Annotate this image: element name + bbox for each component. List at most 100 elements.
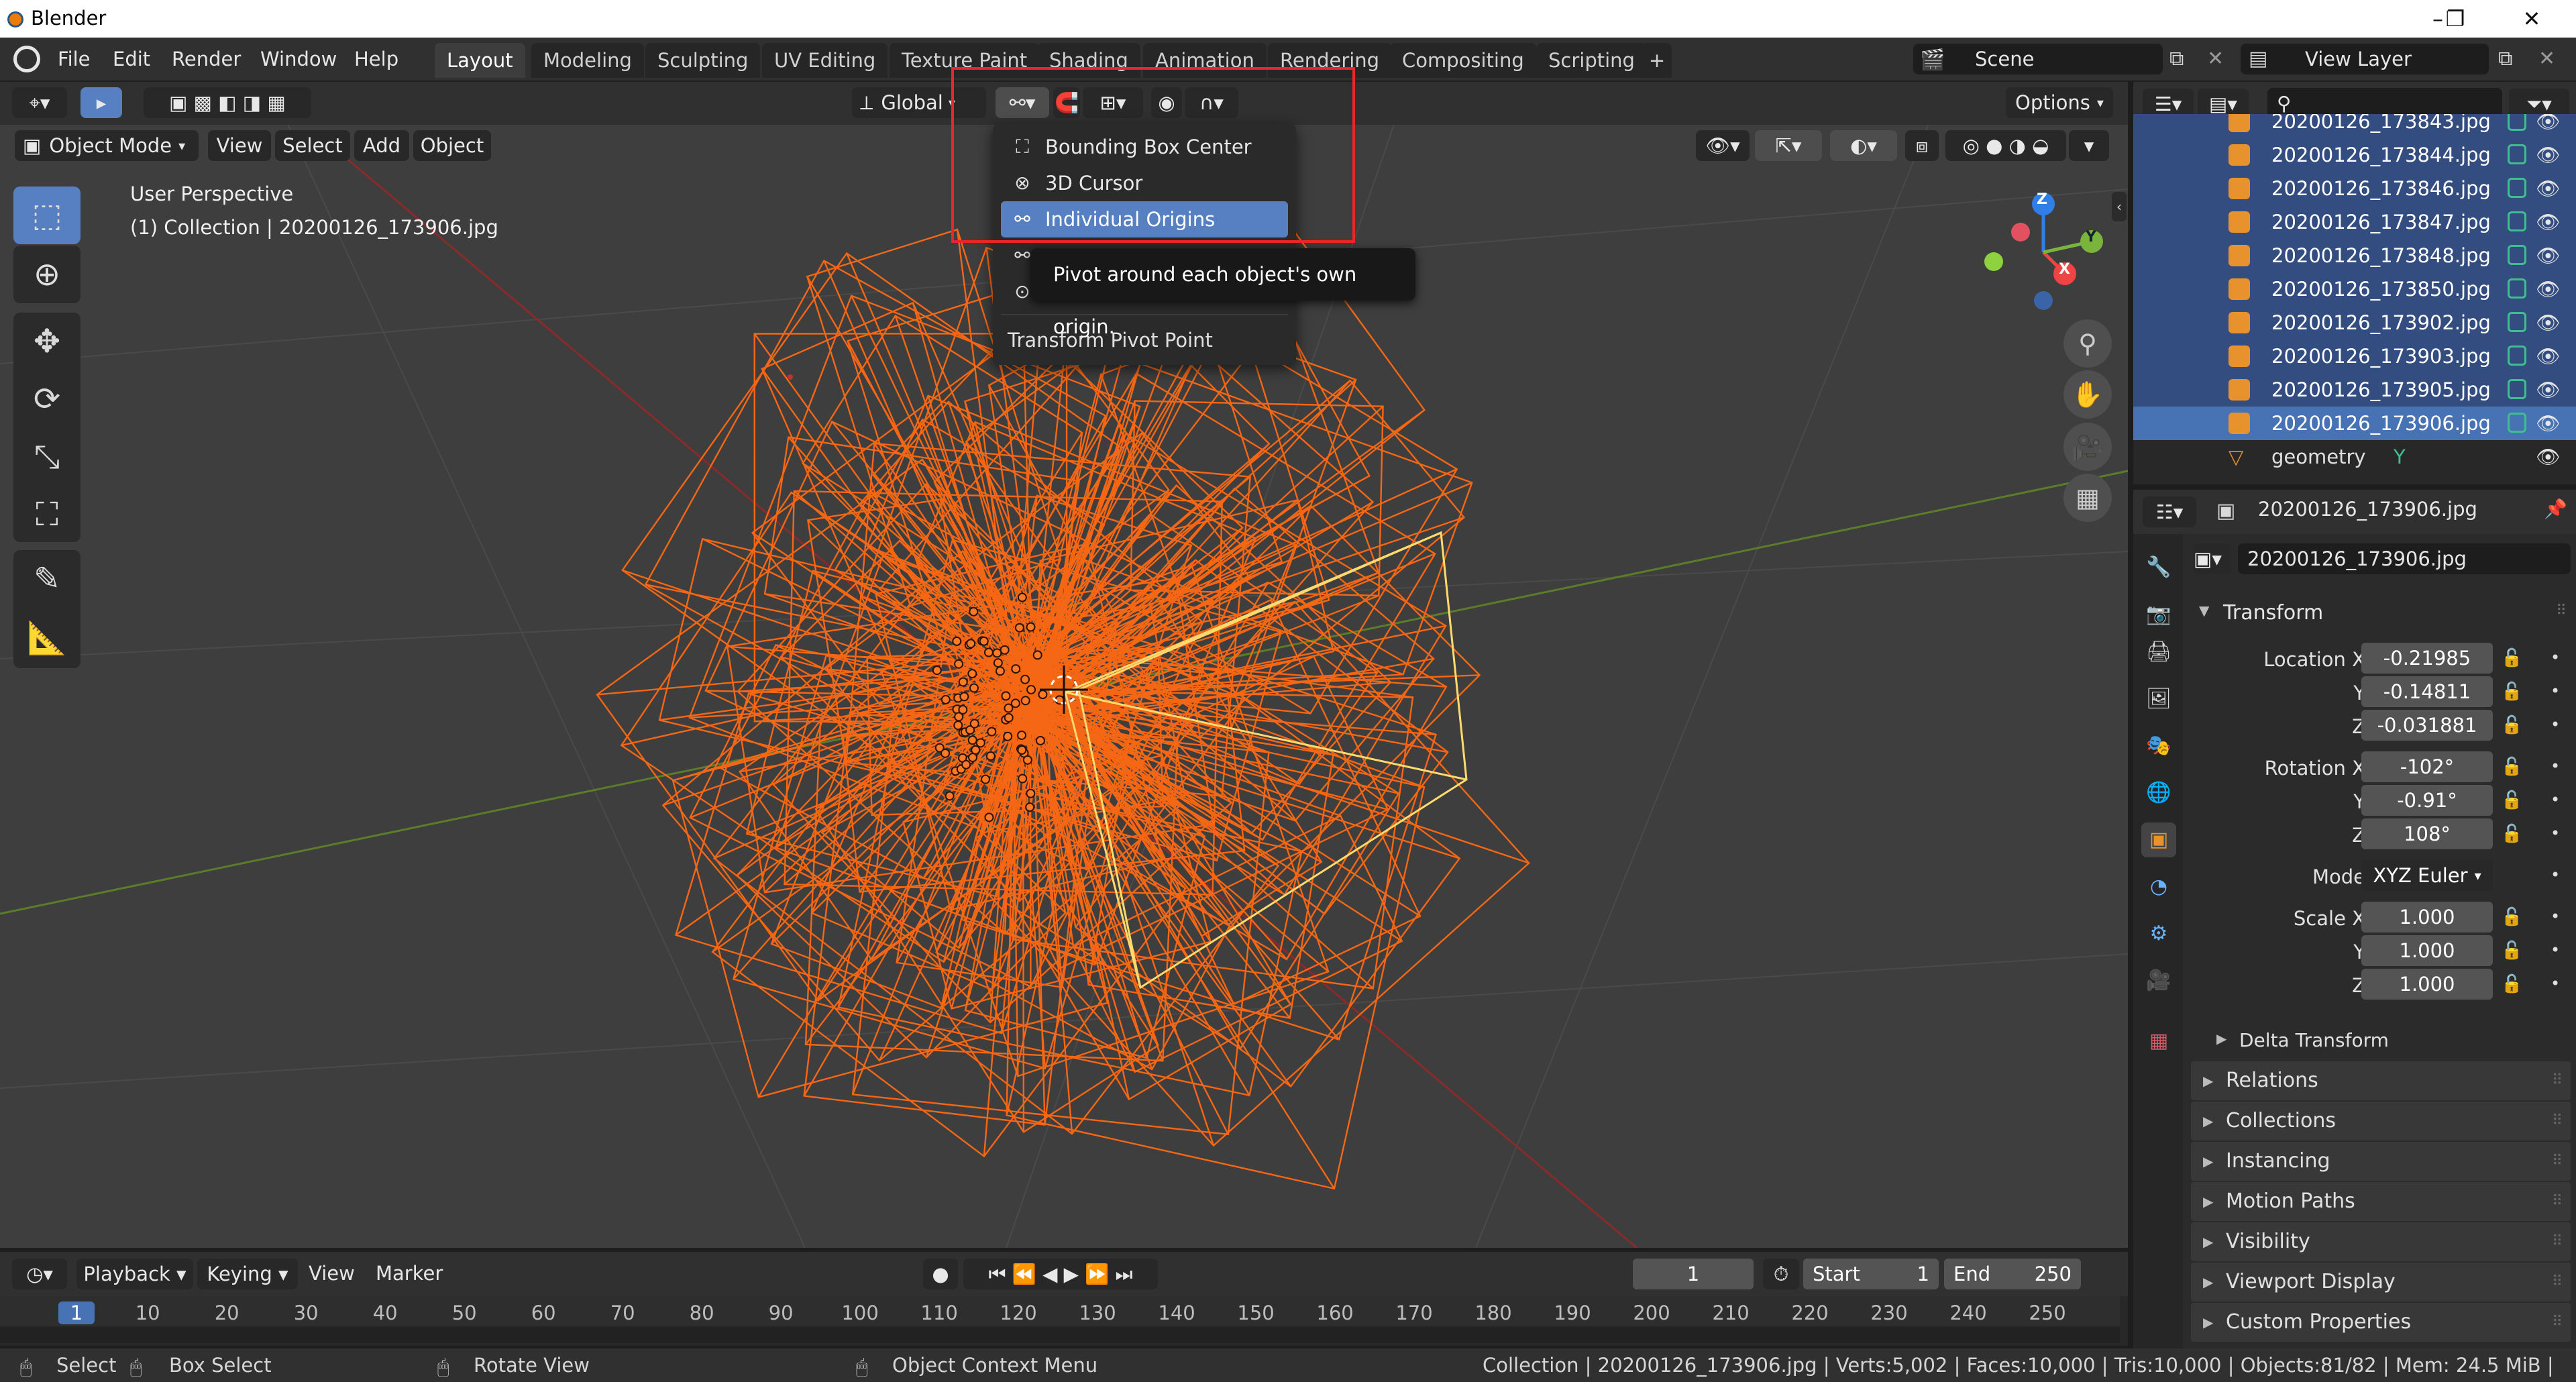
- camera-origin-point[interactable]: [1022, 755, 1032, 765]
- instancing-panel[interactable]: ▶ Instancing ⠿: [2191, 1142, 2571, 1181]
- tab-sculpting[interactable]: Sculpting: [645, 43, 761, 78]
- location-y-field[interactable]: -0.14811: [2361, 676, 2493, 707]
- camera-origin-point[interactable]: [984, 812, 994, 822]
- eye-icon[interactable]: 👁: [2536, 205, 2561, 239]
- rotation-x-field[interactable]: -102°: [2361, 751, 2493, 782]
- lock-icon[interactable]: 🔓: [2501, 715, 2522, 735]
- select-mode-buttons[interactable]: ▣ ▩ ◧ ◨ ▦: [144, 87, 311, 118]
- motion-paths-panel[interactable]: ▶ Motion Paths ⠿: [2191, 1182, 2571, 1221]
- lock-icon[interactable]: 🔓: [2501, 941, 2522, 961]
- camera-origin-point[interactable]: [969, 719, 979, 729]
- menu-render[interactable]: Render: [172, 46, 241, 72]
- options-dropdown[interactable]: Options ▾: [2006, 87, 2113, 118]
- eye-icon[interactable]: 👁: [2536, 339, 2561, 373]
- camera-origin-point[interactable]: [958, 704, 968, 714]
- lock-icon[interactable]: 🔓: [2501, 907, 2522, 927]
- camera-origin-point[interactable]: [966, 639, 976, 649]
- camera-origin-point[interactable]: [971, 745, 981, 755]
- camera-origin-point[interactable]: [958, 677, 968, 687]
- select-box-tool-icon[interactable]: ⬚: [13, 187, 80, 244]
- camera-origin-point[interactable]: [1032, 650, 1042, 660]
- lock-icon[interactable]: 🔓: [2501, 824, 2522, 844]
- keyframe-dot-icon[interactable]: •: [2551, 824, 2560, 843]
- menu-help[interactable]: Help: [354, 46, 398, 72]
- camera-origin-point[interactable]: [975, 738, 985, 748]
- camera-origin-point[interactable]: [945, 791, 955, 801]
- camera-origin-point[interactable]: [1017, 745, 1027, 755]
- annotate-tool-icon[interactable]: ✎: [13, 550, 80, 608]
- drag-grip-icon[interactable]: ⠿: [2556, 602, 2567, 619]
- object-type-dropdown[interactable]: ▣▾: [2194, 543, 2231, 574]
- camera-origin-point[interactable]: [1026, 684, 1036, 694]
- rotate-tool-icon[interactable]: ⟳: [13, 370, 80, 428]
- camera-origin-point[interactable]: [1025, 802, 1035, 812]
- outliner-row[interactable]: 20200126_173843.jpg 👁: [2133, 114, 2576, 138]
- world-tab-icon[interactable]: 🌐: [2141, 776, 2176, 810]
- keyframe-dot-icon[interactable]: •: [2551, 790, 2560, 809]
- camera-origin-point[interactable]: [969, 606, 979, 617]
- camera-origin-point[interactable]: [969, 683, 979, 693]
- keyframe-dot-icon[interactable]: •: [2551, 974, 2560, 993]
- measure-tool-icon[interactable]: 📐: [13, 609, 80, 667]
- menu-add[interactable]: Add: [354, 130, 409, 161]
- camera-origin-point[interactable]: [1011, 664, 1021, 674]
- blender-menu-icon[interactable]: [13, 46, 40, 72]
- camera-origin-point[interactable]: [1020, 696, 1030, 706]
- visibility-dropdown[interactable]: 👁▾: [1696, 130, 1750, 161]
- viewport-display-panel[interactable]: ▶ Viewport Display ⠿: [2191, 1263, 2571, 1301]
- outliner-row[interactable]: 20200126_173902.jpg 👁: [2133, 306, 2576, 339]
- zoom-icon[interactable]: ⚲: [2063, 319, 2112, 368]
- cursor-tool-icon[interactable]: ⊕: [13, 246, 80, 303]
- outliner-row[interactable]: ▽ geometry Y 👁: [2133, 440, 2576, 474]
- add-workspace-button[interactable]: +: [1642, 43, 1672, 78]
- eye-icon[interactable]: 👁: [2536, 440, 2561, 474]
- outliner-row[interactable]: 20200126_173850.jpg 👁: [2133, 272, 2576, 306]
- camera-origin-point[interactable]: [1038, 690, 1048, 700]
- modifier-tab-icon[interactable]: ◔: [2141, 869, 2176, 904]
- object-name-field[interactable]: 20200126_173906.jpg: [2238, 543, 2571, 574]
- tab-scripting[interactable]: Scripting: [1536, 43, 1647, 78]
- camera-origin-point[interactable]: [967, 669, 977, 679]
- camera-origin-point[interactable]: [967, 735, 977, 745]
- camera-origin-point[interactable]: [995, 666, 1005, 676]
- scale-z-field[interactable]: 1.000: [2361, 969, 2493, 1000]
- lock-icon[interactable]: 🔓: [2501, 757, 2522, 777]
- camera-origin-point[interactable]: [1004, 712, 1014, 723]
- eye-icon[interactable]: 👁: [2536, 172, 2561, 205]
- camera-origin-point[interactable]: [1026, 788, 1036, 798]
- tool-tab-icon[interactable]: 🔧: [2141, 550, 2176, 585]
- rotation-mode-dropdown[interactable]: XYZ Euler ▾: [2361, 860, 2493, 891]
- gizmo-toggle-icon[interactable]: ⇱▾: [1755, 130, 1822, 161]
- navigation-gizmo[interactable]: [1984, 193, 2103, 310]
- close-button[interactable]: ✕: [2512, 4, 2552, 34]
- keyframe-dot-icon[interactable]: •: [2551, 907, 2560, 926]
- menu-object[interactable]: Object: [413, 130, 491, 161]
- menu-edit[interactable]: Edit: [113, 46, 150, 72]
- editor-type-button[interactable]: ⌖▾: [12, 87, 67, 118]
- constraint-tab-icon[interactable]: ⚙: [2141, 916, 2176, 951]
- camera-origin-point[interactable]: [987, 727, 997, 737]
- camera-origin-point[interactable]: [941, 694, 951, 704]
- camera-origin-point[interactable]: [968, 753, 978, 763]
- keyframe-dot-icon[interactable]: •: [2551, 682, 2560, 700]
- pin-icon[interactable]: 📌: [2544, 498, 2567, 520]
- keyframe-dot-icon[interactable]: •: [2551, 757, 2560, 776]
- render-tab-icon[interactable]: 📷: [2141, 597, 2176, 632]
- timeline-track[interactable]: [0, 1327, 2120, 1343]
- camera-origin-point[interactable]: [959, 692, 969, 702]
- texture-tab-icon[interactable]: ▦: [2141, 1024, 2176, 1059]
- keyframe-dot-icon[interactable]: •: [2551, 648, 2560, 667]
- editor-type-button[interactable]: ☷▾: [2143, 496, 2196, 527]
- tab-compositing[interactable]: Compositing: [1390, 43, 1536, 78]
- shading-mode-buttons[interactable]: ◎ ● ◑ ◒: [1945, 130, 2066, 161]
- keyframe-dot-icon[interactable]: •: [2551, 865, 2560, 884]
- menu-window[interactable]: Window: [260, 46, 337, 72]
- delete-scene-icon[interactable]: ✕: [2207, 47, 2224, 70]
- camera-data-tab-icon[interactable]: 🎥: [2141, 963, 2176, 998]
- eye-icon[interactable]: 👁: [2536, 138, 2561, 172]
- pan-hand-icon[interactable]: ✋: [2063, 370, 2112, 419]
- location-z-field[interactable]: -0.031881: [2361, 710, 2493, 741]
- tab-layout[interactable]: Layout: [435, 43, 525, 78]
- eye-icon[interactable]: 👁: [2536, 407, 2561, 440]
- camera-origin-point[interactable]: [1020, 674, 1030, 684]
